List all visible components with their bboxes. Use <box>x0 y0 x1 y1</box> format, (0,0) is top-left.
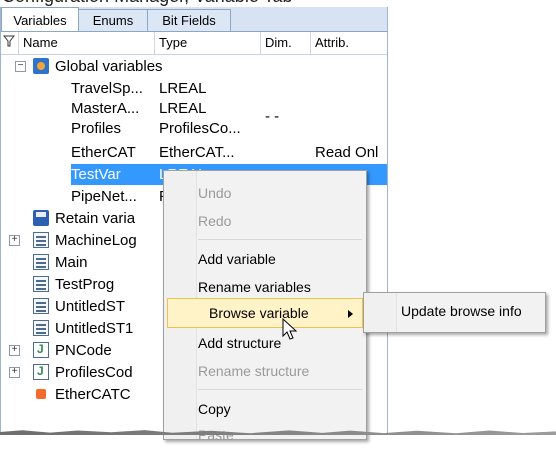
menu-separator <box>198 239 362 240</box>
tree-node-label: Global variables <box>55 58 163 75</box>
menu-separator <box>198 389 362 390</box>
tree-node-label: Main <box>55 254 88 271</box>
variable-name: TestVar <box>71 166 121 183</box>
menu-item-paste[interactable]: Paste <box>198 421 362 449</box>
sheet-icon <box>33 232 49 248</box>
tree-node-global-variables[interactable]: − Global variables <box>1 56 387 77</box>
sheet-icon <box>33 254 49 270</box>
tree-node-label: TestProg <box>55 276 115 293</box>
tab-strip: Variables Enums Bit Fields <box>1 7 387 32</box>
column-type[interactable]: Type <box>155 32 261 54</box>
variable-type: EtherCAT... <box>159 144 235 161</box>
global-variables-icon <box>33 58 49 74</box>
menu-item-rename-variables[interactable]: Rename variables <box>198 273 362 301</box>
expand-icon[interactable]: + <box>9 345 20 356</box>
column-name[interactable]: Name <box>19 32 155 54</box>
variable-name: Profiles <box>71 120 122 137</box>
variable-name: TravelSp... <box>71 80 143 97</box>
ethercat-icon <box>33 386 49 402</box>
submenu-icon-strip <box>364 293 397 332</box>
context-menu: Undo Redo Add variable Rename variables … <box>163 170 367 443</box>
sheet-icon <box>33 320 49 336</box>
expand-icon[interactable]: + <box>9 367 20 378</box>
column-attrib[interactable]: Attrib. <box>311 32 387 54</box>
menu-item-undo[interactable]: Undo <box>198 179 362 207</box>
variable-type: ProfilesCo... <box>159 120 241 137</box>
menu-item-add-variable[interactable]: Add variable <box>198 245 362 273</box>
tree-node-label: PNCode <box>55 342 112 359</box>
expand-icon[interactable]: + <box>9 235 20 246</box>
variable-row[interactable]: TravelSp... LREAL <box>1 78 387 99</box>
menu-item-copy[interactable]: Copy <box>198 395 362 423</box>
tree-node-label: UntitledST <box>55 298 126 315</box>
pn-icon <box>33 342 49 358</box>
tree-node-label: EtherCATC <box>55 386 131 403</box>
filter-icon[interactable] <box>1 32 19 54</box>
menu-item-redo[interactable]: Redo <box>198 207 362 235</box>
save-icon <box>33 210 49 226</box>
variable-name: MasterA... <box>71 100 140 117</box>
tab-variables[interactable]: Variables <box>1 7 79 32</box>
variable-row[interactable]: Profiles ProfilesCo... <box>1 118 387 139</box>
menu-item-browse-variable[interactable]: Browse variable <box>167 298 363 328</box>
pn-icon <box>33 364 49 380</box>
tree-node-label: Retain varia <box>55 210 136 227</box>
menu-item-update-browse-info[interactable]: Update browse info <box>401 299 522 323</box>
tree-node-label: MachineLog <box>55 232 137 249</box>
variable-row[interactable]: EtherCAT EtherCAT... Read Onl <box>1 142 387 163</box>
menu-item-add-structure[interactable]: Add structure <box>198 329 362 357</box>
submenu-arrow-icon <box>348 310 353 318</box>
sheet-icon <box>33 298 49 314</box>
tab-enums[interactable]: Enums <box>78 9 148 31</box>
sheet-icon <box>33 276 49 292</box>
variable-row[interactable]: MasterA... LREAL - - <box>1 98 387 125</box>
variable-name: PipeNet... <box>71 188 137 205</box>
variable-type: LREAL <box>159 100 207 117</box>
variable-name: EtherCAT <box>71 144 136 161</box>
tab-bit-fields[interactable]: Bit Fields <box>147 9 231 31</box>
column-dim[interactable]: Dim. <box>261 32 311 54</box>
variable-type: LREAL <box>159 80 207 97</box>
tree-node-label: UntitledST1 <box>55 320 134 337</box>
menu-item-rename-structure[interactable]: Rename structure <box>198 357 362 385</box>
collapse-icon[interactable]: − <box>15 61 26 72</box>
column-header-row: Name Type Dim. Attrib. <box>1 32 387 55</box>
tree-node-label: ProfilesCod <box>55 364 133 381</box>
variable-attrib: Read Onl <box>315 144 379 161</box>
browse-variable-submenu: Update browse info <box>363 292 546 333</box>
